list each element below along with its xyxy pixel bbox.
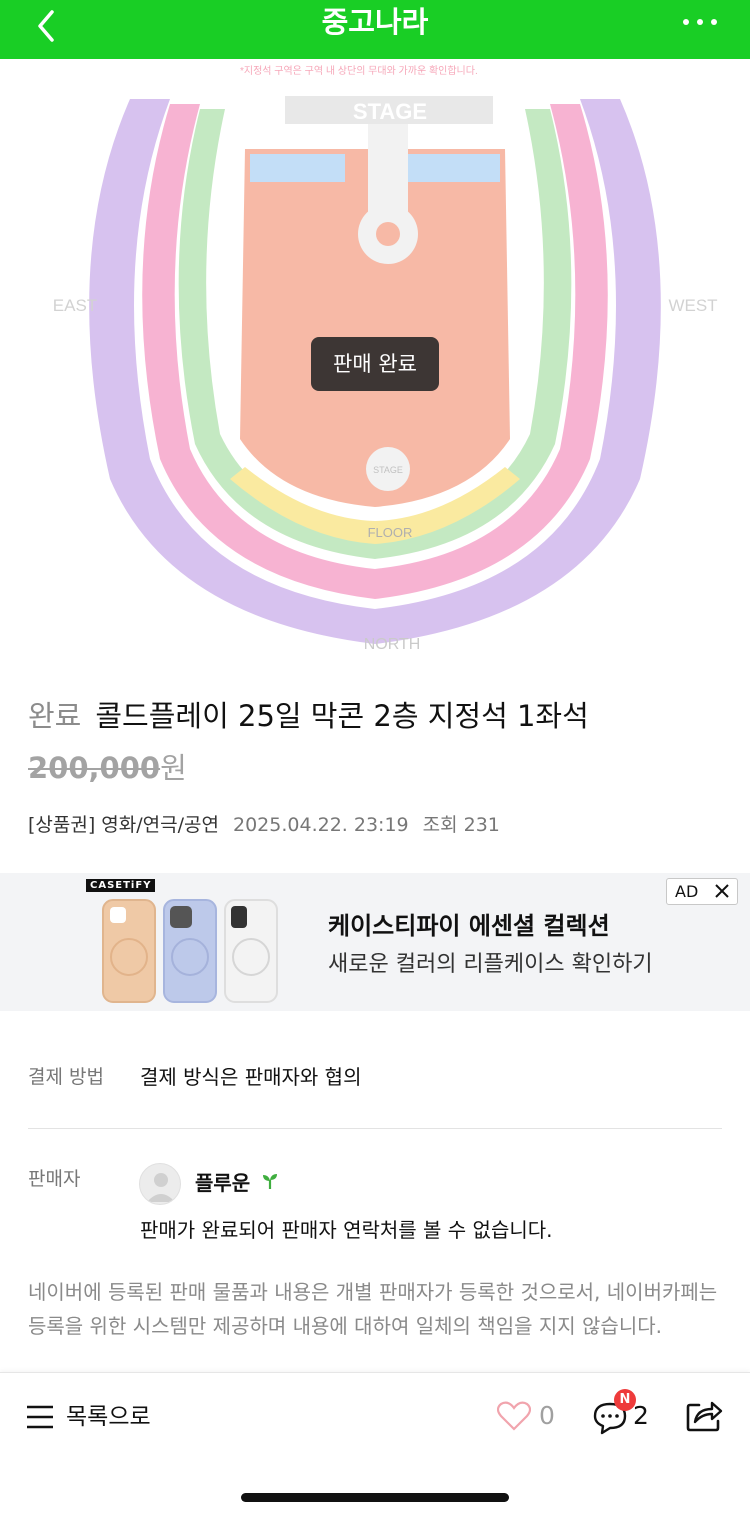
comments-button[interactable]: N 2 xyxy=(592,1389,662,1439)
hamburger-menu-icon xyxy=(27,1405,53,1429)
more-options-icon[interactable] xyxy=(680,12,720,32)
bottom-action-bar: 목록으로 0 N 2 xyxy=(0,1372,750,1515)
like-count: 0 xyxy=(539,1401,555,1430)
avatar[interactable] xyxy=(139,1163,181,1205)
seller-contact-note: 판매가 완료되어 판매자 연락처를 볼 수 없습니다. xyxy=(140,1218,553,1242)
header-title: 중고나라 xyxy=(321,5,429,39)
ad-brand-logo: CASETiFY xyxy=(86,879,156,892)
product-title-row: 완료 콜드플레이 25일 막콘 2층 지정석 1좌석 xyxy=(28,696,589,736)
user-placeholder-icon xyxy=(147,1173,175,1202)
seller-name[interactable]: 플루운 xyxy=(195,1168,250,1198)
close-icon[interactable] xyxy=(713,882,731,900)
ad-banner[interactable]: CASETiFY 케이스티파이 에센셜 컬렉션 새로운 컬러의 리플케이스 확인… xyxy=(0,873,750,1011)
payment-label: 결제 방법 xyxy=(28,1066,104,1088)
category-label: [상품권] 영화/연극/공연 xyxy=(28,814,219,836)
like-button[interactable]: 0 xyxy=(497,1397,567,1437)
app-header: 중고나라 xyxy=(0,0,750,59)
product-image[interactable]: STAGE STAGE *지정석 구역은 구역 내 상단의 무대와 가까운 확인… xyxy=(0,59,750,673)
disclaimer-text: 네이버에 등록된 판매 물품과 내용은 개별 판매자가 등록한 것으로서, 네이… xyxy=(28,1280,718,1338)
phone-cases-image xyxy=(102,899,278,1003)
comment-count: 2 xyxy=(633,1401,649,1430)
product-meta: [상품권] 영화/연극/공연 2025.04.22. 23:19 조회 231 xyxy=(28,810,500,840)
seller-label: 판매자 xyxy=(28,1168,81,1190)
ad-subtitle: 새로운 컬러의 리플케이스 확인하기 xyxy=(328,952,653,977)
divider xyxy=(28,1128,722,1129)
price-unit: 원 xyxy=(160,751,187,785)
back-to-list-label: 목록으로 xyxy=(66,1404,151,1430)
price-amount: 200,000 xyxy=(28,751,161,785)
sprout-icon xyxy=(263,1174,277,1189)
status-badge: 완료 xyxy=(28,699,82,733)
home-indicator xyxy=(241,1493,509,1502)
posted-date: 2025.04.22. 23:19 xyxy=(233,814,409,836)
share-icon[interactable] xyxy=(685,1397,723,1433)
payment-value: 결제 방식은 판매자와 협의 xyxy=(140,1065,362,1089)
price-row: 200,000원 xyxy=(28,748,187,788)
ad-title: 케이스티파이 에센셜 컬렉션 xyxy=(328,912,610,940)
view-count: 조회 231 xyxy=(422,814,500,836)
sold-out-badge: 판매 완료 xyxy=(311,337,439,391)
product-title: 콜드플레이 25일 막콘 2층 지정석 1좌석 xyxy=(95,699,589,733)
heart-icon xyxy=(497,1401,531,1431)
